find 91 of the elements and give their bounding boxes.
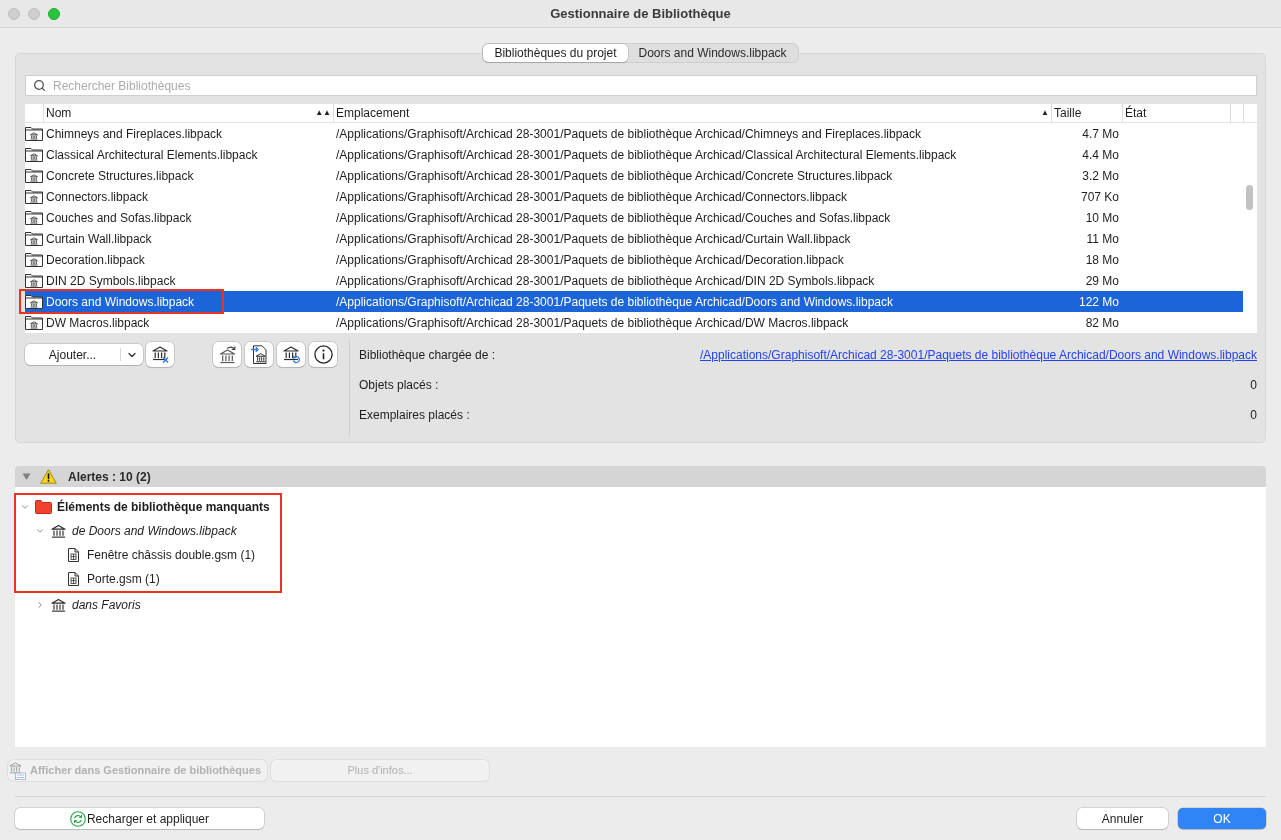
- library-size: 82 Mo: [1085, 314, 1119, 332]
- info-button[interactable]: [309, 342, 337, 367]
- library-x-icon: [150, 345, 170, 364]
- table-row[interactable]: Classical Architectural Elements.libpack /Applications/Graphisoft/Archicad 28-3001/Paquets de bibliothèque Archicad/Classical Architectural Elements.libpack 4.4 Mo: [25, 144, 1243, 165]
- library-size: 3.2 Mo: [1082, 167, 1119, 185]
- info-label: Exemplaires placés :: [359, 407, 470, 424]
- library-size: 10 Mo: [1085, 209, 1119, 227]
- column-header[interactable]: Nom: [46, 104, 72, 122]
- search-field[interactable]: Rechercher Bibliothèques: [25, 75, 1257, 96]
- tree-item[interactable]: de Doors and Windows.libpack: [72, 522, 237, 540]
- library-path: /Applications/Graphisoft/Archicad 28-3001/Paquets de bibliothèque Archicad/Connectors.libpack: [336, 188, 847, 206]
- library-path: /Applications/Graphisoft/Archicad 28-3001/Paquets de bibliothèque Archicad/Classical Architectural Elements.libpack: [336, 146, 957, 164]
- library-list-icon: [9, 761, 26, 780]
- column-header[interactable]: Taille: [1054, 104, 1082, 122]
- chevron-right-icon[interactable]: [35, 600, 45, 610]
- ok-button[interactable]: OK: [1178, 808, 1266, 829]
- import-library-button[interactable]: [245, 342, 273, 367]
- warning-icon: [40, 469, 57, 484]
- library-path: /Applications/Graphisoft/Archicad 28-3001/Paquets de bibliothèque Archicad/Concrete Structures.libpack: [336, 167, 893, 185]
- tree-item[interactable]: Fenêtre châssis double.gsm (1): [87, 546, 256, 564]
- add-popup-button[interactable]: Ajouter...: [25, 344, 143, 365]
- info-label: Objets placés :: [359, 377, 439, 394]
- library-icon: [51, 523, 66, 539]
- zoom-button[interactable]: [48, 7, 60, 20]
- table-row[interactable]: Couches and Sofas.libpack /Applications/Graphisoft/Archicad 28-3001/Paquets de bibliothèque Archicad/Couches and Sofas.libpack 10 Mo: [25, 207, 1243, 228]
- chevron-down-icon[interactable]: [35, 526, 45, 536]
- table-row[interactable]: Chimneys and Fireplaces.libpack /Applications/Graphisoft/Archicad 28-3001/Paquets de bibliothèque Archicad/Chimneys and Fireplaces.libpack 4.7 Mo: [25, 123, 1243, 144]
- remove-library-button[interactable]: [146, 342, 174, 367]
- document-icon: [68, 548, 79, 562]
- library-path: /Applications/Graphisoft/Archicad 28-3001/Paquets de bibliothèque Archicad/Couches and Sofas.libpack: [336, 209, 891, 227]
- search-icon: [33, 79, 46, 92]
- library-size: 18 Mo: [1085, 251, 1119, 269]
- library-icon: [51, 597, 66, 613]
- document-icon: [68, 572, 79, 586]
- table-row[interactable]: DW Macros.libpack /Applications/Graphisoft/Archicad 28-3001/Paquets de bibliothèque Archicad/DW Macros.libpack 82 Mo: [25, 312, 1243, 333]
- update-library-button[interactable]: [277, 342, 305, 367]
- library-size: 4.4 Mo: [1082, 146, 1119, 164]
- sort-indicator: ▲▲: [315, 109, 331, 117]
- tab[interactable]: Bibliothèques du projet: [483, 44, 628, 62]
- library-name: DIN 2D Symbols.libpack: [46, 272, 176, 290]
- cancel-button[interactable]: Annuler: [1077, 808, 1168, 829]
- library-name: Connectors.libpack: [46, 188, 149, 206]
- column-header[interactable]: Emplacement: [336, 104, 410, 122]
- tree-item[interactable]: dans Favoris: [72, 596, 141, 614]
- column-header[interactable]: État: [1125, 104, 1147, 122]
- tree-item[interactable]: Éléments de bibliothèque manquants: [57, 498, 270, 516]
- library-refresh-icon: [281, 345, 301, 364]
- library-name: Chimneys and Fireplaces.libpack: [46, 125, 223, 143]
- chevron-down-icon[interactable]: [20, 502, 30, 512]
- table-row[interactable]: Curtain Wall.libpack /Applications/Graphisoft/Archicad 28-3001/Paquets de bibliothèque Archicad/Curtain Wall.libpack 11 Mo: [25, 228, 1243, 249]
- library-size: 11 Mo: [1086, 230, 1119, 248]
- library-arrow-icon: [217, 345, 237, 364]
- library-name: DW Macros.libpack: [46, 314, 150, 332]
- refresh-icon: [69, 810, 86, 827]
- reload-apply-button[interactable]: Recharger et appliquer: [15, 808, 264, 829]
- library-folder-icon: [25, 294, 43, 309]
- library-size: 122 Mo: [1078, 293, 1119, 311]
- library-path: /Applications/Graphisoft/Archicad 28-3001/Paquets de bibliothèque Archicad/Decoration.libpack: [336, 251, 844, 269]
- library-path: /Applications/Graphisoft/Archicad 28-3001/Paquets de bibliothèque Archicad/Doors and Windows.libpack: [336, 293, 893, 311]
- folder-icon: [35, 500, 52, 514]
- document-library-icon: [249, 345, 269, 364]
- alerts-title: Alertes : 10 (2): [68, 468, 151, 486]
- window-title: Gestionnaire de Bibliothèque: [550, 4, 731, 23]
- disclosure-down-icon[interactable]: [22, 472, 31, 481]
- library-name: Decoration.libpack: [46, 251, 145, 269]
- table-row[interactable]: Connectors.libpack /Applications/Graphisoft/Archicad 28-3001/Paquets de bibliothèque Archicad/Connectors.libpack 707 Ko: [25, 186, 1243, 207]
- info-value: 0: [1250, 377, 1257, 394]
- reload-library-button[interactable]: [213, 342, 241, 367]
- library-name: Classical Architectural Elements.libpack: [46, 146, 258, 164]
- table-row[interactable]: Decoration.libpack /Applications/Graphisoft/Archicad 28-3001/Paquets de bibliothèque Archicad/Decoration.libpack 18 Mo: [25, 249, 1243, 270]
- info-value: 0: [1250, 407, 1257, 424]
- library-size: 29 Mo: [1085, 272, 1119, 290]
- info-icon: [313, 345, 333, 364]
- library-name: Concrete Structures.libpack: [46, 167, 194, 185]
- file-path-link[interactable]: /Applications/Graphisoft/Archicad 28-3001/Paquets de bibliothèque Archicad/Doors and Windows.libpack: [700, 346, 1257, 364]
- library-size: 707 Ko: [1080, 188, 1119, 206]
- tree-item[interactable]: Porte.gsm (1): [87, 570, 160, 588]
- library-path: /Applications/Graphisoft/Archicad 28-3001/Paquets de bibliothèque Archicad/DIN 2D Symbols.libpack: [336, 272, 875, 290]
- library-name: Doors and Windows.libpack: [46, 293, 195, 311]
- library-path: /Applications/Graphisoft/Archicad 28-3001/Paquets de bibliothèque Archicad/Curtain Wall.libpack: [336, 230, 851, 248]
- table-row[interactable]: DIN 2D Symbols.libpack /Applications/Graphisoft/Archicad 28-3001/Paquets de bibliothèque Archicad/DIN 2D Symbols.libpack 29 Mo: [25, 270, 1243, 291]
- tab[interactable]: Doors and Windows.libpack: [627, 44, 798, 62]
- scrollbar-thumb[interactable]: [1246, 185, 1253, 210]
- library-path: /Applications/Graphisoft/Archicad 28-3001/Paquets de bibliothèque Archicad/DW Macros.libpack: [336, 314, 849, 332]
- library-size: 4.7 Mo: [1082, 125, 1119, 143]
- library-path: /Applications/Graphisoft/Archicad 28-3001/Paquets de bibliothèque Archicad/Chimneys and Fireplaces.libpack: [336, 125, 921, 143]
- library-name: Couches and Sofas.libpack: [46, 209, 192, 227]
- info-label: Bibliothèque chargée de :: [359, 347, 496, 364]
- library-name: Curtain Wall.libpack: [46, 230, 152, 248]
- table-row[interactable]: Concrete Structures.libpack /Applications/Graphisoft/Archicad 28-3001/Paquets de bibliothèque Archicad/Concrete Structures.libpack 3.2 Mo: [25, 165, 1243, 186]
- sort-indicator: ▲: [1041, 109, 1049, 117]
